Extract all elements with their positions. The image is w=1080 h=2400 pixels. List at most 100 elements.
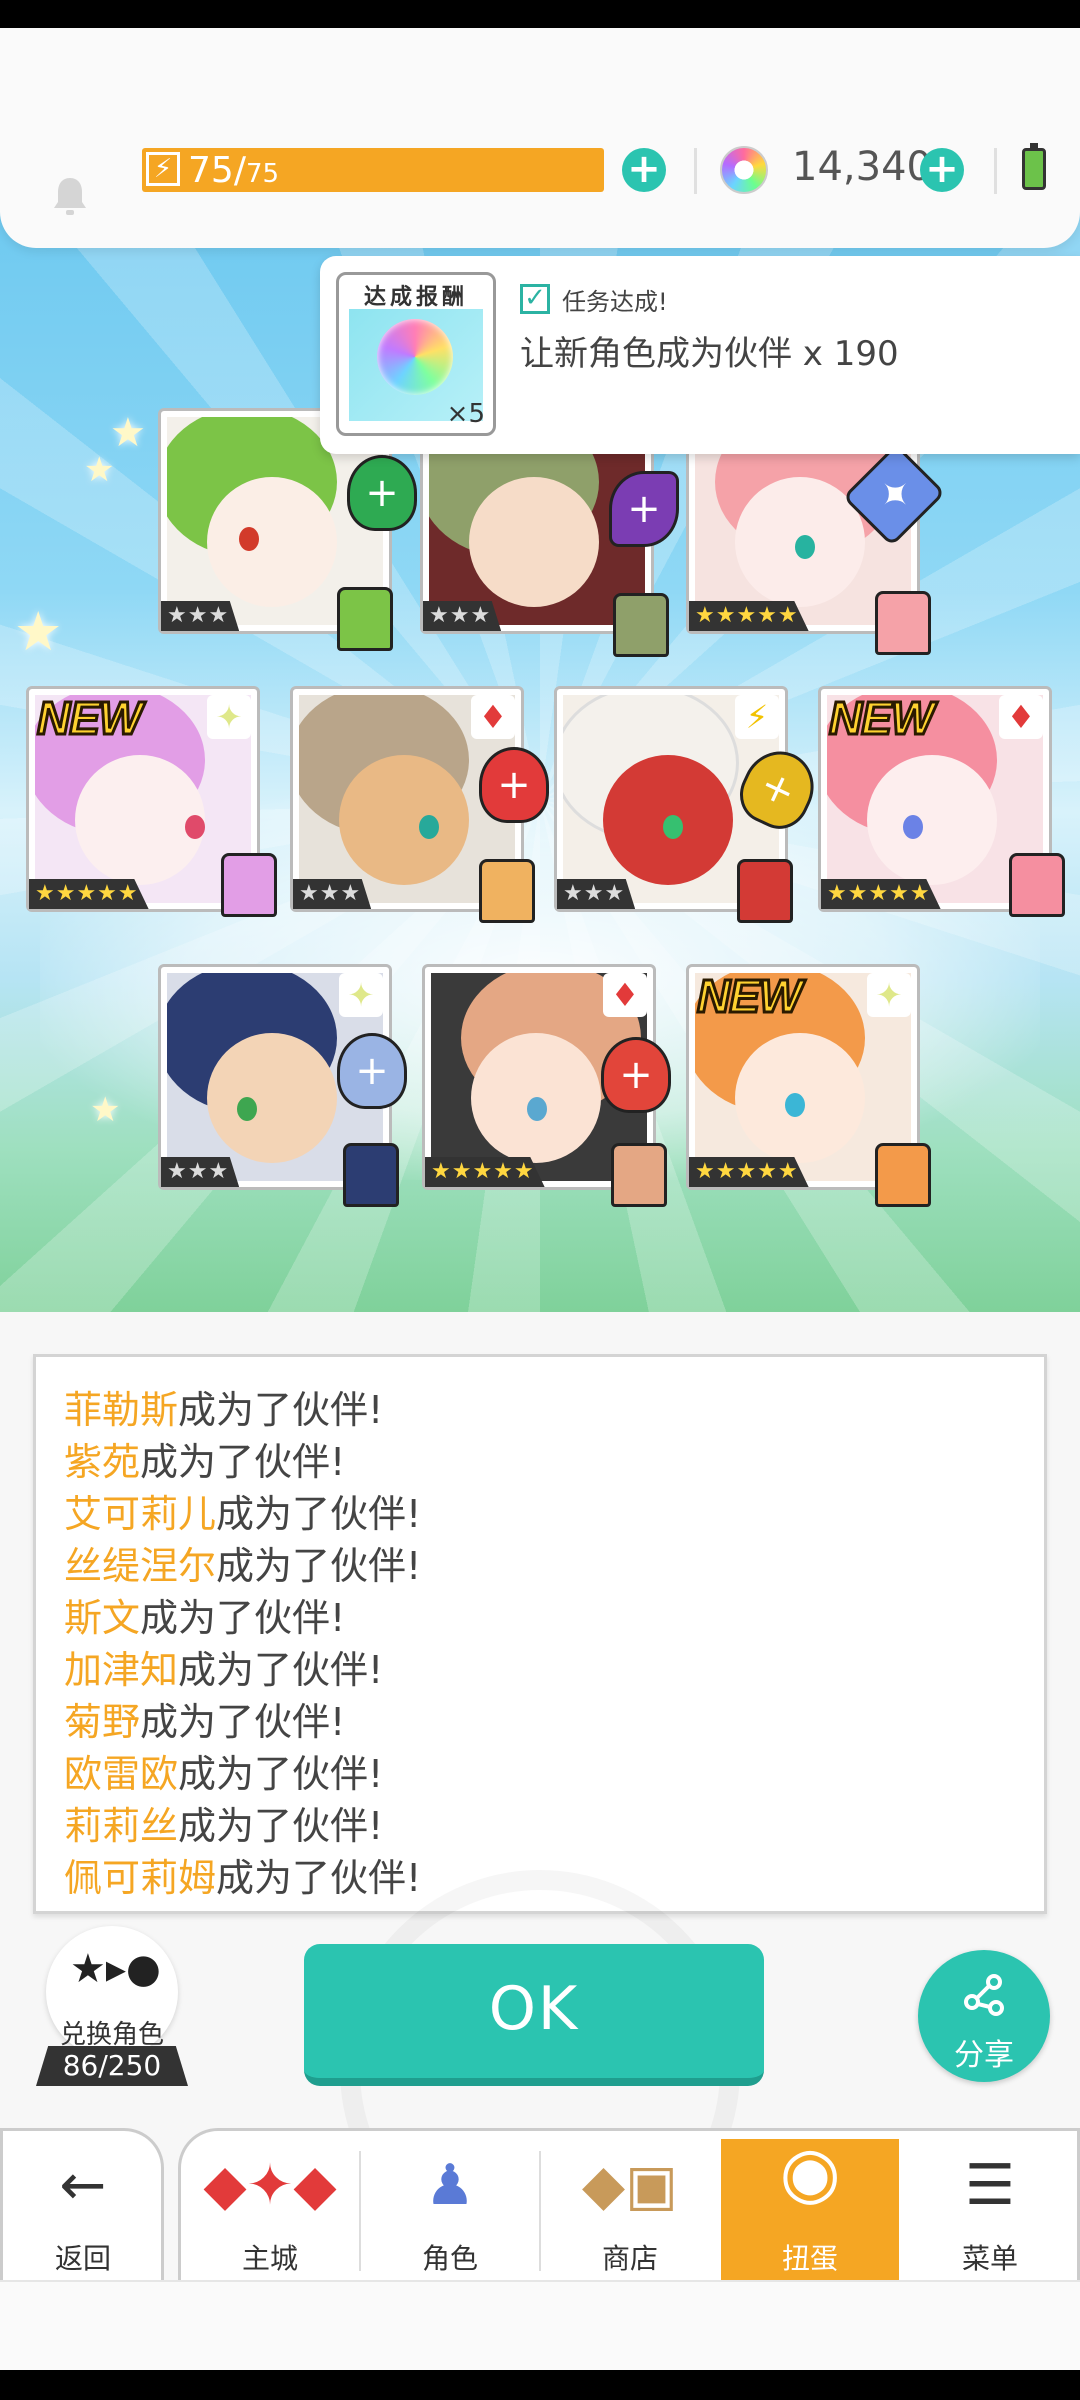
log-suffix: 成为了伙伴! <box>178 1648 384 1692</box>
rarity-stars: ★★★★★ <box>821 879 941 909</box>
character-card[interactable]: ♦ NEW ★★★★★ <box>818 686 1065 917</box>
character-sprite <box>737 859 793 923</box>
ok-button[interactable]: OK <box>304 1944 764 2086</box>
exchange-label: 兑换角色 <box>59 2020 164 2050</box>
nav-item-back[interactable]: ← 返回 <box>3 2139 163 2291</box>
character-card[interactable]: ✦ NEW ★★★★★ <box>686 964 931 1207</box>
add-energy-button[interactable]: + <box>622 148 666 192</box>
character-sprite <box>875 1143 931 1207</box>
add-gem-button[interactable]: + <box>920 148 964 192</box>
character-card[interactable]: ♦ + ★★★ <box>290 686 549 923</box>
exchange-icon: ★▸● <box>70 1946 161 1992</box>
light-element-icon: + <box>337 1033 407 1109</box>
back-button[interactable]: ← 返回 <box>0 2128 164 2288</box>
recruit-log-panel[interactable]: 菲勒斯成为了伙伴! 紫苑成为了伙伴! 艾可莉儿成为了伙伴! 丝缇涅尔成为了伙伴!… <box>33 1354 1047 1914</box>
nav-item-town[interactable]: ◆✦◆ 主城 <box>181 2139 359 2291</box>
bottom-navigation: ← 返回 ◆✦◆ 主城 ♟ 角色 ◆▣ 商店 ◉ 扭蛋 ☰ 菜单 <box>0 2120 1080 2291</box>
nav-label: 返回 <box>54 2242 111 2275</box>
gem-count: 14,340 <box>792 144 932 190</box>
share-label: 分享 <box>954 2038 1014 2073</box>
character-name: 菊野 <box>64 1700 141 1744</box>
reward-title: 达成报酬 <box>363 285 468 310</box>
character-card[interactable]: ✦ + ★★★ <box>158 964 407 1207</box>
reward-notification: 达成报酬 ×5 ✓ 任务达成! 让新角色成为伙伴 x 190 <box>320 256 1080 454</box>
reward-quantity: ×5 <box>446 399 485 429</box>
character-name: 欧雷欧 <box>64 1752 179 1796</box>
log-line: 斯文成为了伙伴! <box>64 1587 345 1642</box>
character-card[interactable]: ⚡ + ★★★ <box>554 686 826 923</box>
character-sprite <box>221 853 277 917</box>
mission-description: 让新角色成为伙伴 x 190 <box>520 334 899 374</box>
rarity-stars: ★★★★★ <box>29 879 149 909</box>
character-name: 艾可莉儿 <box>64 1492 217 1536</box>
character-name: 丝缇涅尔 <box>64 1544 217 1588</box>
bell-icon[interactable] <box>50 174 90 218</box>
log-line: 丝缇涅尔成为了伙伴! <box>64 1535 421 1590</box>
checkbox-icon: ✓ <box>520 284 550 314</box>
character-sprite <box>613 593 669 657</box>
character-card[interactable]: ✦ NEW ★★★★★ <box>26 686 277 917</box>
fire-element-icon: ♦ <box>471 695 515 739</box>
bolt-icon: ⚡ <box>146 152 180 186</box>
log-suffix: 成为了伙伴! <box>178 1752 384 1796</box>
menu-list-icon: ☰ <box>964 2153 1016 2218</box>
log-suffix: 成为了伙伴! <box>216 1856 422 1900</box>
bottom-spacer <box>0 2280 1080 2372</box>
character-icon: ♟ <box>424 2153 476 2218</box>
town-icon: ◆✦◆ <box>203 2153 337 2218</box>
log-suffix: 成为了伙伴! <box>216 1544 422 1588</box>
rarity-stars: ★★★ <box>161 601 240 631</box>
rainbow-orb-icon <box>377 319 453 395</box>
shop-bag-icon: ◆▣ <box>582 2153 678 2218</box>
character-card[interactable]: ♦ + ★★★★★ <box>422 964 671 1207</box>
rarity-stars: ★★★ <box>423 601 502 631</box>
log-line: 菲勒斯成为了伙伴! <box>64 1379 383 1434</box>
character-name: 紫苑 <box>64 1440 141 1484</box>
log-suffix: 成为了伙伴! <box>178 1388 384 1432</box>
nav-label: 菜单 <box>961 2242 1018 2275</box>
reward-item-card: 达成报酬 ×5 <box>336 272 496 436</box>
character-sprite <box>479 859 535 923</box>
new-badge: NEW <box>695 969 803 1024</box>
fire-element-icon: ♦ <box>603 973 647 1017</box>
fire-element-icon: + <box>479 747 549 823</box>
leaf-element-icon: + <box>347 455 417 531</box>
nav-item-menu[interactable]: ☰ 菜单 <box>901 2139 1079 2291</box>
nav-item-characters[interactable]: ♟ 角色 <box>361 2139 539 2291</box>
rarity-stars: ★★★ <box>161 1157 240 1187</box>
dark-element-icon: + <box>609 471 679 547</box>
nav-label: 商店 <box>601 2242 658 2275</box>
rarity-stars: ★★★★★ <box>425 1157 545 1187</box>
new-badge: NEW <box>35 691 143 746</box>
character-name: 菲勒斯 <box>64 1388 179 1432</box>
nav-item-gacha[interactable]: ◉ 扭蛋 <box>721 2131 899 2291</box>
rarity-stars: ★★★★★ <box>689 601 809 631</box>
share-button[interactable]: 分享 <box>918 1950 1050 2082</box>
fire-element-icon: ♦ <box>999 695 1043 739</box>
log-suffix: 成为了伙伴! <box>140 1440 346 1484</box>
energy-readout: 75/75 <box>188 150 280 191</box>
rarity-stars: ★★★ <box>557 879 636 909</box>
character-name: 佩可莉姆 <box>64 1856 217 1900</box>
exchange-character-button[interactable]: ★▸● 兑换角色 <box>46 1926 178 2058</box>
log-line: 佩可莉姆成为了伙伴! <box>64 1847 421 1902</box>
log-line: 菊野成为了伙伴! <box>64 1691 345 1746</box>
nav-label: 扭蛋 <box>781 2242 838 2275</box>
character-sprite <box>337 587 393 651</box>
log-line: 欧雷欧成为了伙伴! <box>64 1743 383 1798</box>
log-suffix: 成为了伙伴! <box>216 1492 422 1536</box>
nav-label: 主城 <box>241 2242 298 2275</box>
back-arrow-icon: ← <box>59 2153 107 2218</box>
nav-tabs: ◆✦◆ 主城 ♟ 角色 ◆▣ 商店 ◉ 扭蛋 ☰ 菜单 <box>178 2128 1080 2291</box>
rarity-stars: ★★★★★ <box>689 1157 809 1187</box>
sparkle-icon: ★ <box>110 410 146 456</box>
character-name: 加津知 <box>64 1648 179 1692</box>
log-line: 莉莉丝成为了伙伴! <box>64 1795 383 1850</box>
sparkle-icon: ★ <box>90 1090 121 1130</box>
sparkle-icon: ★ <box>84 450 115 490</box>
new-badge: NEW <box>827 691 935 746</box>
header-divider <box>994 148 997 194</box>
nav-item-shop[interactable]: ◆▣ 商店 <box>541 2139 719 2291</box>
rarity-stars: ★★★ <box>293 879 372 909</box>
status-bar-top <box>0 0 1080 28</box>
